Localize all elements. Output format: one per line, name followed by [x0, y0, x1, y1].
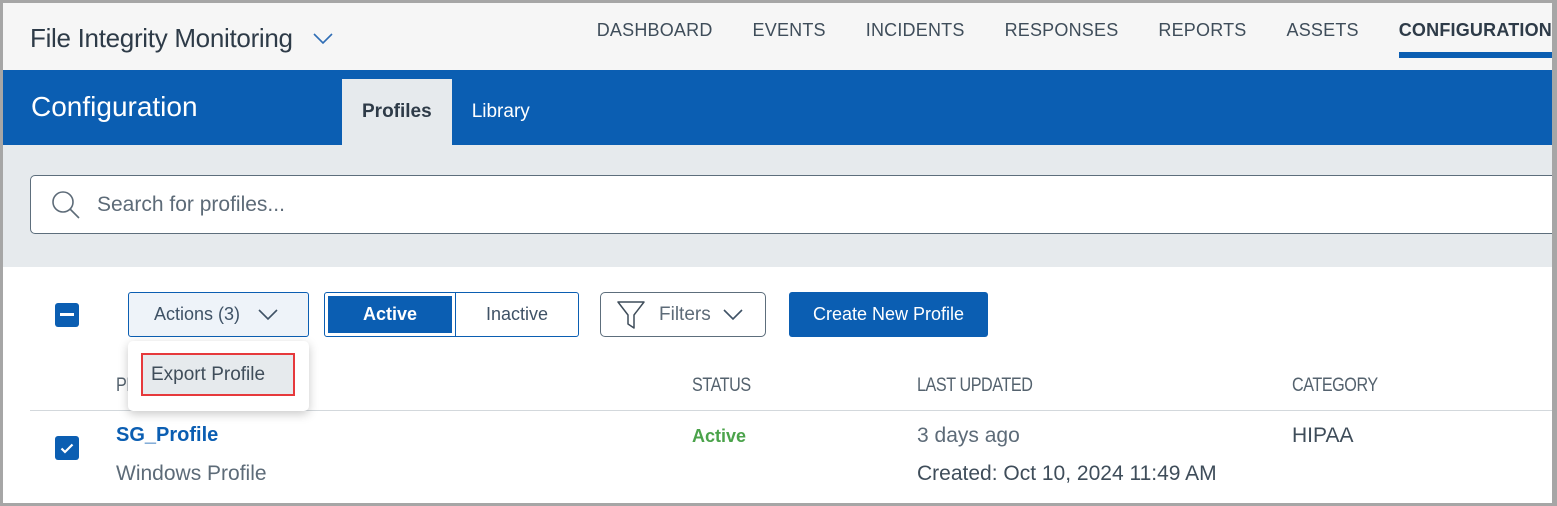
nav-events[interactable]: EVENTS [753, 3, 826, 70]
search-icon [52, 190, 80, 219]
created-date: Created: Oct 10, 2024 11:49 AM [917, 462, 1217, 485]
search-box[interactable] [30, 175, 1552, 234]
column-header-category[interactable]: CATEGORY [1292, 375, 1378, 397]
section-header: Configuration Profiles Library [3, 70, 1552, 145]
column-header-status[interactable]: STATUS [692, 375, 751, 397]
search-area [3, 145, 1552, 267]
nav-reports[interactable]: REPORTS [1158, 3, 1246, 70]
actions-dropdown-button[interactable]: Actions (3) [128, 292, 309, 337]
nav-assets[interactable]: ASSETS [1287, 3, 1359, 70]
section-tabs: Profiles Library [342, 79, 550, 145]
category: HIPAA [1292, 424, 1354, 447]
nav-responses[interactable]: RESPONSES [1005, 3, 1119, 70]
toggle-inactive[interactable]: Inactive [455, 293, 578, 336]
top-navigation-bar: File Integrity Monitoring DASHBOARD EVEN… [3, 3, 1552, 70]
create-new-profile-button[interactable]: Create New Profile [789, 292, 988, 337]
tab-profiles[interactable]: Profiles [342, 79, 452, 145]
chevron-down-icon [723, 308, 743, 320]
search-input[interactable] [97, 192, 1397, 217]
filters-button[interactable]: Filters [600, 292, 766, 337]
status-badge: Active [692, 426, 747, 446]
filter-icon [617, 300, 645, 329]
select-all-checkbox[interactable] [55, 303, 79, 327]
status-toggle: Active Inactive [324, 292, 579, 337]
toggle-active[interactable]: Active [328, 296, 452, 333]
menu-item-export-profile[interactable]: Export Profile [141, 353, 295, 396]
nav-incidents[interactable]: INCIDENTS [866, 3, 965, 70]
actions-label: Actions (3) [154, 304, 241, 324]
product-switcher[interactable]: File Integrity Monitoring [30, 23, 333, 54]
product-title: File Integrity Monitoring [30, 23, 293, 53]
last-updated: 3 days ago [917, 424, 1020, 447]
minus-icon [60, 313, 74, 316]
filters-label: Filters [659, 303, 711, 325]
tab-library[interactable]: Library [452, 79, 550, 145]
section-title: Configuration [31, 91, 198, 122]
nav-dashboard[interactable]: DASHBOARD [597, 3, 713, 70]
row-checkbox[interactable] [55, 436, 79, 460]
chevron-down-icon [258, 308, 278, 320]
profile-name-link[interactable]: SG_Profile [116, 424, 218, 447]
app-window: File Integrity Monitoring DASHBOARD EVEN… [3, 3, 1552, 503]
actions-menu: Export Profile [128, 341, 309, 411]
chevron-down-icon [313, 32, 333, 44]
main-nav: DASHBOARD EVENTS INCIDENTS RESPONSES REP… [557, 3, 1552, 70]
profile-type: Windows Profile [116, 462, 267, 485]
column-header-last-updated[interactable]: LAST UPDATED [917, 375, 1033, 397]
checkmark-icon [60, 443, 74, 454]
nav-configuration[interactable]: CONFIGURATION [1398, 3, 1552, 70]
